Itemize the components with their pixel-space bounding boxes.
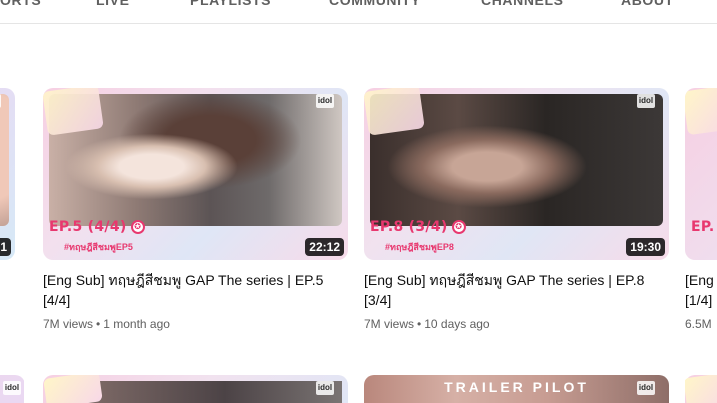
channel-tab-bar: ORTS LIVE PLAYLISTS COMMUNITY CHANNELS A… [0,0,717,24]
video-title-line1: [Eng [685,272,714,288]
view-count: 7M views [43,317,94,331]
idol-logo-icon: idol [316,94,334,108]
meta-separator: • [417,317,422,331]
tab-channels[interactable]: CHANNELS [481,0,564,24]
video-card[interactable]: TRAILER PILOT idol [364,375,669,403]
meta-separator: • [96,317,101,331]
thumbnail-photo [0,94,9,226]
duration-badge: :31 [0,238,11,256]
series-logo-icon [685,88,717,136]
episode-hashtag: #ทฤษฎีสีชมพูEP5 [64,242,133,252]
video-thumbnail[interactable]: idol EP.8 (3/4) ✪ #ทฤษฎีสีชมพูEP8 19:30 [364,88,669,260]
view-count: 7M views [364,317,415,331]
video-card[interactable]: idol EP.5 (4/4) ✪ #ทฤษฎีสีชมพูEP5 22:12 … [43,88,348,338]
video-thumbnail[interactable]: idol :31 [0,88,15,260]
episode-number: EP. [691,219,715,235]
video-thumbnail[interactable]: EP. [685,88,717,260]
video-title[interactable]: [Eng Sub] ทฤษฎีสีชมพู GAP The series | E… [364,270,664,310]
episode-hashtag: #ทฤษฎีสีชมพูEP8 [385,242,454,252]
idol-logo-icon: idol [637,94,655,108]
video-card-partial-left[interactable]: idol :31 [0,88,25,260]
video-thumbnail[interactable]: TRAILER PILOT idol [364,375,669,403]
video-metadata: 7M views • 10 days ago [364,317,490,331]
video-card[interactable]: idol [43,375,348,403]
view-count: 6.5M [685,317,712,331]
series-logo-icon [43,375,103,403]
tab-live[interactable]: LIVE [96,0,130,24]
video-card-partial-right[interactable]: EP. [Eng [1/4] 6.5M [685,88,717,338]
tab-shorts[interactable]: ORTS [0,0,41,24]
video-title-line2: [1/4] [685,292,713,308]
idol-logo-icon: idol [316,381,334,395]
video-metadata: 7M views • 1 month ago [43,317,170,331]
idol-logo-icon: idol [0,94,1,108]
upload-age: 1 month ago [103,317,170,331]
video-thumbnail[interactable] [685,375,717,403]
episode-label: EP.8 (3/4) ✪ [370,219,466,235]
video-thumbnail[interactable]: idol [0,375,24,403]
video-thumbnail[interactable]: idol EP.5 (4/4) ✪ #ทฤษฎีสีชมพูEP5 22:12 [43,88,348,260]
episode-number: EP.5 (4/4) [49,219,127,235]
idol-logo-icon: idol [637,381,655,395]
star-icon: ✪ [451,220,466,234]
video-thumbnail[interactable]: idol [43,375,348,403]
upload-age: 10 days ago [424,317,490,331]
duration-badge: 22:12 [305,238,344,256]
tab-community[interactable]: COMMUNITY [329,0,421,24]
series-logo-icon [685,375,717,403]
video-card-partial-bottom-right[interactable] [685,375,717,403]
episode-label: EP.5 (4/4) ✪ [49,219,145,235]
trailer-banner-text: TRAILER PILOT [444,379,589,395]
series-logo-icon [364,88,425,136]
tab-playlists[interactable]: PLAYLISTS [190,0,271,24]
idol-logo-icon: idol [3,381,21,395]
video-card[interactable]: idol EP.8 (3/4) ✪ #ทฤษฎีสีชมพูEP8 19:30 … [364,88,669,338]
video-title[interactable]: [Eng Sub] ทฤษฎีสีชมพู GAP The series | E… [43,270,343,310]
tab-about[interactable]: ABOUT [621,0,674,24]
episode-number: EP.8 (3/4) [370,219,448,235]
series-logo-icon [43,88,104,136]
star-icon: ✪ [130,220,145,234]
video-title[interactable]: [Eng [1/4] [685,270,714,310]
duration-badge: 19:30 [626,238,665,256]
video-card-partial-bottom-left[interactable]: idol [0,375,24,403]
